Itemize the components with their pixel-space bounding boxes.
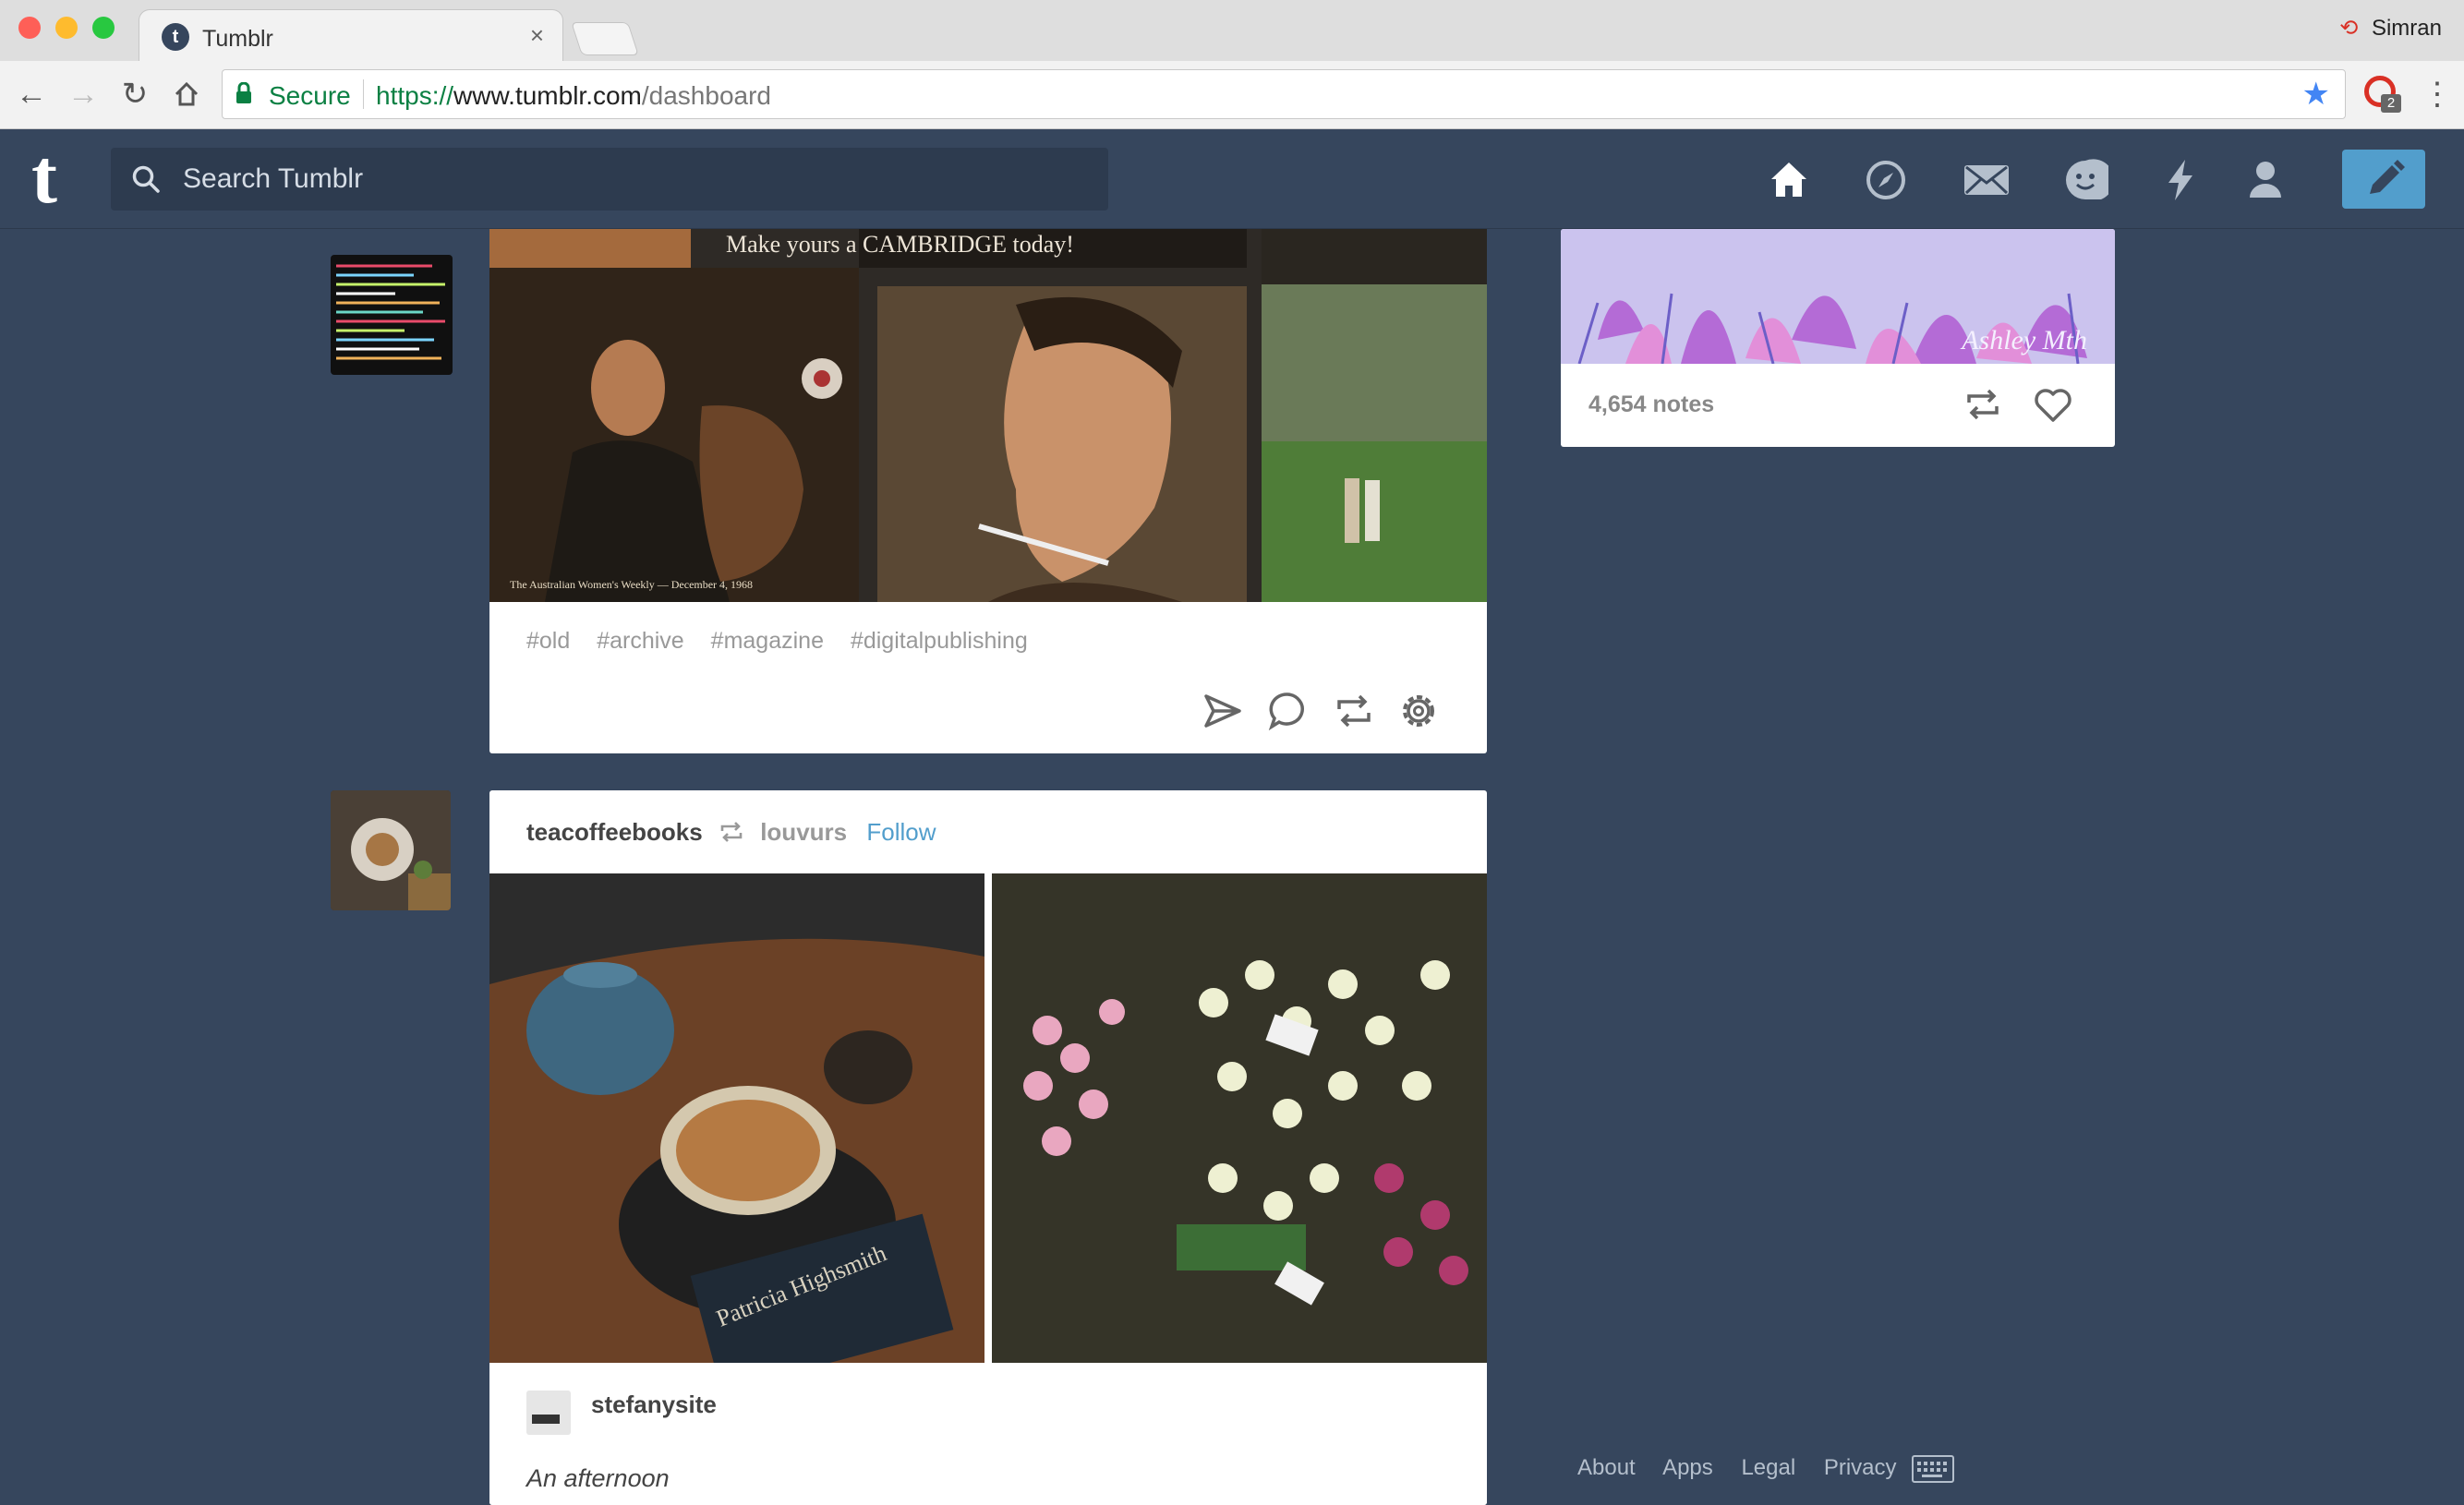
footer-about-link[interactable]: About bbox=[1577, 1455, 1636, 1480]
bookmark-star-icon[interactable]: ★ bbox=[2302, 76, 2330, 113]
profile-sync-icon: ⟲ bbox=[2339, 16, 2359, 41]
reblog-icon[interactable] bbox=[1962, 384, 2004, 425]
tab-close-icon[interactable]: × bbox=[530, 21, 544, 50]
reply-icon[interactable] bbox=[1263, 687, 1311, 735]
footer-privacy-link[interactable]: Privacy bbox=[1824, 1455, 1897, 1480]
tumblr-header: t bbox=[0, 129, 2464, 229]
post-teacoffeebooks: teacoffeebooks louvurs Follow Patricia H… bbox=[489, 790, 1487, 1505]
reblogged-from-link[interactable]: louvurs bbox=[760, 818, 847, 846]
footer-links: About Apps Legal Privacy bbox=[1577, 1455, 1919, 1481]
explore-icon[interactable] bbox=[1863, 157, 1909, 203]
photo-tulips[interactable] bbox=[992, 873, 1487, 1363]
caption-author-link[interactable]: stefanysite bbox=[591, 1391, 717, 1419]
extension-badge: 2 bbox=[2381, 94, 2401, 113]
secure-label: Secure bbox=[269, 81, 351, 110]
post-magazine: Make yours a CAMBRIDGE today! The Austra… bbox=[489, 229, 1487, 753]
address-separator bbox=[363, 79, 364, 109]
profile-button[interactable]: ⟲ Simran bbox=[2339, 15, 2442, 42]
browser-toolbar: ← → ↻ Secure https://www.tumblr.com/dash… bbox=[0, 61, 2464, 129]
flower-art-image[interactable]: Ashley Mth bbox=[1561, 229, 2115, 365]
keyboard-shortcuts-icon[interactable] bbox=[1912, 1455, 1954, 1483]
search-input[interactable] bbox=[183, 148, 1088, 211]
post-caption: stefanysite An afternoon bbox=[489, 1363, 1487, 1505]
code-avatar-image bbox=[336, 264, 445, 360]
tag-link[interactable]: #digitalpublishing bbox=[851, 628, 1028, 654]
forward-arrow-icon[interactable]: → bbox=[61, 72, 105, 116]
home-page-icon[interactable] bbox=[164, 72, 209, 116]
magazine-headline: Make yours a CAMBRIDGE today! bbox=[726, 231, 1074, 258]
url-text: https://www.tumblr.com/dashboard bbox=[376, 81, 771, 111]
lock-icon bbox=[236, 82, 251, 103]
inbox-icon[interactable] bbox=[1962, 157, 2011, 203]
reload-icon[interactable]: ↻ bbox=[113, 72, 157, 116]
reblog-arrow-icon bbox=[720, 822, 743, 842]
photo-couple-walking bbox=[1262, 229, 1487, 602]
window-minimize-button[interactable] bbox=[55, 17, 78, 39]
photo-bearded-man bbox=[489, 268, 859, 602]
post-author-link[interactable]: teacoffeebooks bbox=[526, 818, 703, 846]
window-close-button[interactable] bbox=[18, 17, 41, 39]
magazine-footer-text: The Australian Women's Weekly — December… bbox=[510, 578, 754, 591]
compose-button[interactable] bbox=[2342, 150, 2425, 209]
url-path: /dashboard bbox=[641, 81, 771, 110]
url-scheme: https:// bbox=[376, 81, 454, 110]
tumblr-favicon-icon: t bbox=[162, 23, 189, 51]
browser-tab-strip: t Tumblr × ⟲ Simran bbox=[0, 0, 2464, 63]
teacup-avatar-image bbox=[331, 790, 451, 910]
sidebar-post-card: Ashley Mth 4,654 notes bbox=[1561, 229, 2115, 447]
post-actions bbox=[1158, 687, 1454, 735]
caption-avatar-image bbox=[532, 1415, 560, 1424]
profile-name: Simran bbox=[2371, 16, 2442, 41]
reblog-icon[interactable] bbox=[1330, 687, 1378, 735]
share-icon[interactable] bbox=[1199, 687, 1247, 735]
heart-icon[interactable] bbox=[2032, 384, 2074, 425]
new-tab-button[interactable] bbox=[571, 22, 639, 55]
browser-tab[interactable]: t Tumblr × bbox=[139, 9, 563, 63]
pencil-icon bbox=[2370, 160, 2405, 194]
post-header: teacoffeebooks louvurs Follow bbox=[526, 818, 936, 847]
address-bar[interactable]: Secure https://www.tumblr.com/dashboard … bbox=[222, 69, 2346, 119]
tumblr-logo[interactable]: t bbox=[31, 138, 57, 216]
tab-title: Tumblr bbox=[202, 26, 273, 52]
post-tags: #old #archive #magazine #digitalpublishi… bbox=[526, 628, 1048, 655]
chrome-menu-icon[interactable]: ⋮ bbox=[2422, 72, 2453, 116]
follow-link[interactable]: Follow bbox=[866, 818, 936, 846]
url-host: www.tumblr.com bbox=[453, 81, 642, 110]
settings-gear-icon[interactable] bbox=[1395, 687, 1443, 735]
activity-icon[interactable] bbox=[2157, 157, 2204, 203]
post-footer: #old #archive #magazine #digitalpublishi… bbox=[489, 602, 1487, 753]
search-icon bbox=[132, 165, 160, 193]
magazine-fragment bbox=[489, 229, 691, 268]
home-icon[interactable] bbox=[1766, 157, 1812, 203]
search-box bbox=[111, 148, 1108, 211]
artist-signature: Ashley Mth bbox=[1962, 325, 2087, 355]
tag-link[interactable]: #archive bbox=[597, 628, 684, 654]
caption-avatar[interactable] bbox=[526, 1391, 571, 1435]
photo-woman-smoking bbox=[877, 286, 1247, 602]
footer-apps-link[interactable]: Apps bbox=[1662, 1455, 1713, 1480]
magazine-image[interactable]: Make yours a CAMBRIDGE today! The Austra… bbox=[489, 229, 1487, 602]
account-icon[interactable] bbox=[2242, 157, 2289, 203]
tag-link[interactable]: #old bbox=[526, 628, 570, 654]
back-arrow-icon[interactable]: ← bbox=[9, 72, 54, 116]
caption-text: An afternoon bbox=[526, 1464, 670, 1492]
post-avatar-teacoffeebooks[interactable] bbox=[331, 790, 451, 910]
tag-link[interactable]: #magazine bbox=[711, 628, 824, 654]
messaging-icon[interactable] bbox=[2062, 157, 2108, 203]
notes-count[interactable]: 4,654 notes bbox=[1588, 391, 1714, 418]
post-avatar-code[interactable] bbox=[331, 255, 453, 375]
footer-legal-link[interactable]: Legal bbox=[1741, 1455, 1795, 1480]
photo-teapot[interactable]: Patricia Highsmith bbox=[489, 873, 984, 1363]
window-maximize-button[interactable] bbox=[92, 17, 115, 39]
